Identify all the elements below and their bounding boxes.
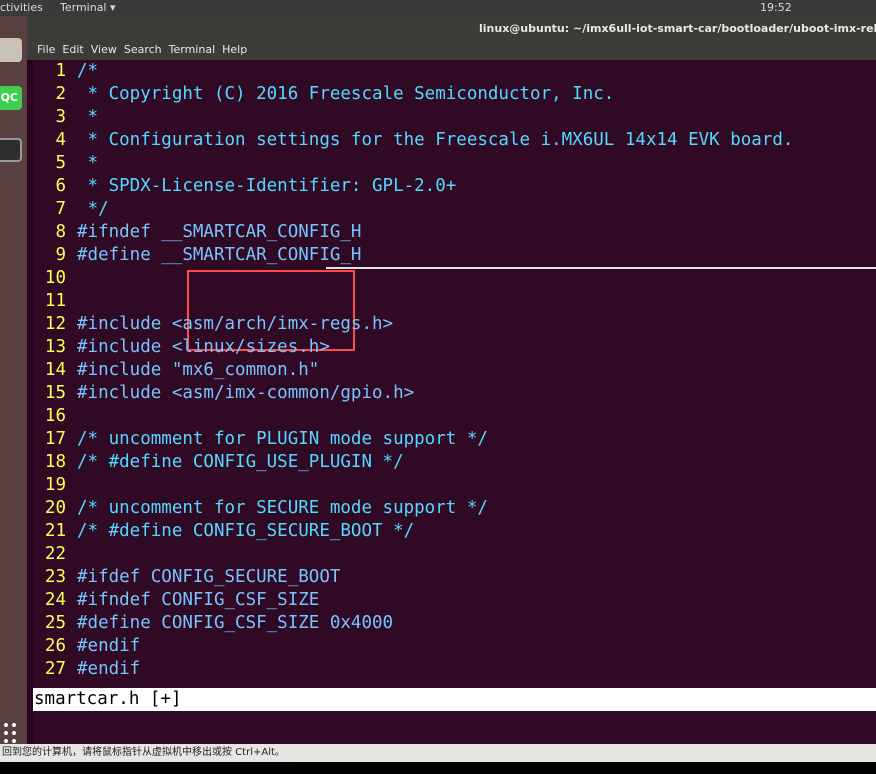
- code-line[interactable]: 18 /* #define CONFIG_USE_PLUGIN */: [33, 451, 876, 474]
- activities-button[interactable]: ctivities: [0, 1, 43, 14]
- menu-terminal[interactable]: Terminal: [169, 43, 216, 56]
- line-text: * Configuration settings for the Freesca…: [77, 130, 794, 150]
- line-number: 23: [44, 567, 66, 587]
- menu-view[interactable]: View: [91, 43, 117, 56]
- line-text: *: [77, 153, 99, 173]
- code-line[interactable]: 8 #ifndef __SMARTCAR_CONFIG_H: [33, 221, 876, 244]
- clock[interactable]: 19:52: [760, 1, 792, 14]
- code-line[interactable]: 24 #ifndef CONFIG_CSF_SIZE: [33, 589, 876, 612]
- line-text: #include <linux/sizes.h>: [77, 337, 330, 357]
- line-number: 1: [55, 61, 66, 81]
- line-text: * SPDX-License-Identifier: GPL-2.0+: [77, 176, 457, 196]
- code-line[interactable]: 19: [33, 474, 876, 497]
- line-text: #define __SMARTCAR_CONFIG_H: [77, 245, 362, 265]
- menu-search[interactable]: Search: [124, 43, 162, 56]
- line-text: /* uncomment for SECURE mode support */: [77, 498, 488, 518]
- line-text: * Copyright (C) 2016 Freescale Semicondu…: [77, 84, 615, 104]
- line-number: 3: [55, 107, 66, 127]
- line-number: 2: [55, 84, 66, 104]
- code-line[interactable]: 21 /* #define CONFIG_SECURE_BOOT */: [33, 520, 876, 543]
- launcher-dock: QC: [0, 16, 27, 744]
- code-line[interactable]: 26 #endif: [33, 635, 876, 658]
- line-text: #ifdef CONFIG_SECURE_BOOT: [77, 567, 341, 587]
- menu-file[interactable]: File: [37, 43, 55, 56]
- code-line[interactable]: 4 * Configuration settings for the Frees…: [33, 129, 876, 152]
- terminal-window-header: linux@ubuntu: ~/imx6ull-iot-smart-car/bo…: [27, 16, 876, 60]
- code-line[interactable]: 15 #include <asm/imx-common/gpio.h>: [33, 382, 876, 405]
- line-text: /*: [77, 61, 99, 81]
- line-number: 11: [44, 291, 66, 311]
- top-panel: ctivities Terminal ▾ 19:52: [0, 0, 876, 16]
- line-number: 16: [44, 406, 66, 426]
- vim-status-line: smartcar.h [+]: [33, 688, 876, 711]
- code-line[interactable]: 14 #include "mx6_common.h": [33, 359, 876, 382]
- line-number: 4: [55, 130, 66, 150]
- line-text: /* #define CONFIG_USE_PLUGIN */: [77, 452, 404, 472]
- show-applications-icon[interactable]: [2, 721, 20, 745]
- code-line[interactable]: 7 */: [33, 198, 876, 221]
- line-text: #endif: [77, 659, 141, 679]
- line-number: 12: [44, 314, 66, 334]
- line-number: 14: [44, 360, 66, 380]
- line-number: 6: [55, 176, 66, 196]
- window-title: linux@ubuntu: ~/imx6ull-iot-smart-car/bo…: [479, 22, 876, 35]
- line-number: 13: [44, 337, 66, 357]
- code-line[interactable]: 20 /* uncomment for SECURE mode support *…: [33, 497, 876, 520]
- code-line[interactable]: 22: [33, 543, 876, 566]
- code-line[interactable]: 17 /* uncomment for PLUGIN mode support *…: [33, 428, 876, 451]
- line-number: 18: [44, 452, 66, 472]
- line-number: 17: [44, 429, 66, 449]
- line-text: /* #define CONFIG_SECURE_BOOT */: [77, 521, 415, 541]
- code-line[interactable]: 12 #include <asm/arch/imx-regs.h>: [33, 313, 876, 336]
- menu-help[interactable]: Help: [222, 43, 247, 56]
- menu-bar: File Edit View Search Terminal Help: [37, 43, 254, 56]
- terminal-app-menu[interactable]: Terminal ▾: [60, 1, 116, 14]
- line-number: 7: [55, 199, 66, 219]
- line-text: #include <asm/arch/imx-regs.h>: [77, 314, 394, 334]
- terminal-empty-area: [33, 711, 876, 744]
- code-line[interactable]: 16: [33, 405, 876, 428]
- line-number: 27: [44, 659, 66, 679]
- vm-hint-bar: 回到您的计算机，请将鼠标指针从虚拟机中移出或按 Ctrl+Alt。: [0, 744, 876, 762]
- line-number: 22: [44, 544, 66, 564]
- line-number: 24: [44, 590, 66, 610]
- code-line[interactable]: 13 #include <linux/sizes.h>: [33, 336, 876, 359]
- code-line[interactable]: 1 /*: [33, 60, 876, 83]
- code-line[interactable]: 10: [33, 267, 876, 290]
- screen-bottom-edge: [0, 762, 876, 774]
- code-line[interactable]: 23 #ifdef CONFIG_SECURE_BOOT: [33, 566, 876, 589]
- line-text: #define CONFIG_CSF_SIZE 0x4000: [77, 613, 394, 633]
- line-number: 5: [55, 153, 66, 173]
- line-text: #include "mx6_common.h": [77, 360, 320, 380]
- code-line[interactable]: 27 #endif: [33, 658, 876, 681]
- terminal-icon[interactable]: [0, 138, 22, 162]
- code-line[interactable]: 25 #define CONFIG_CSF_SIZE 0x4000: [33, 612, 876, 635]
- line-number: 20: [44, 498, 66, 518]
- line-text: #ifndef __SMARTCAR_CONFIG_H: [77, 222, 362, 242]
- vim-editor[interactable]: 1/* 2 * Copyright (C) 2016 Freescale Semi…: [33, 60, 876, 688]
- line-number: 25: [44, 613, 66, 633]
- line-number: 26: [44, 636, 66, 656]
- line-text: #endif: [77, 636, 141, 656]
- code-line[interactable]: 2 * Copyright (C) 2016 Freescale Semicon…: [33, 83, 876, 106]
- code-line[interactable]: 9 #define __SMARTCAR_CONFIG_H: [33, 244, 876, 267]
- line-number: 19: [44, 475, 66, 495]
- qt-creator-icon[interactable]: QC: [0, 86, 22, 110]
- line-text: */: [77, 199, 109, 219]
- line-number: 9: [55, 245, 66, 265]
- menu-edit[interactable]: Edit: [62, 43, 83, 56]
- code-line[interactable]: 3 *: [33, 106, 876, 129]
- code-line[interactable]: 5 *: [33, 152, 876, 175]
- line-number: 10: [44, 268, 66, 288]
- files-icon[interactable]: [0, 38, 22, 62]
- code-line[interactable]: 11: [33, 290, 876, 313]
- line-text: /* uncomment for PLUGIN mode support */: [77, 429, 488, 449]
- line-number: 21: [44, 521, 66, 541]
- line-text: *: [77, 107, 99, 127]
- line-text: #include <asm/imx-common/gpio.h>: [77, 383, 415, 403]
- line-number: 15: [44, 383, 66, 403]
- line-number: 8: [55, 222, 66, 242]
- line-text: #ifndef CONFIG_CSF_SIZE: [77, 590, 320, 610]
- code-line[interactable]: 6 * SPDX-License-Identifier: GPL-2.0+: [33, 175, 876, 198]
